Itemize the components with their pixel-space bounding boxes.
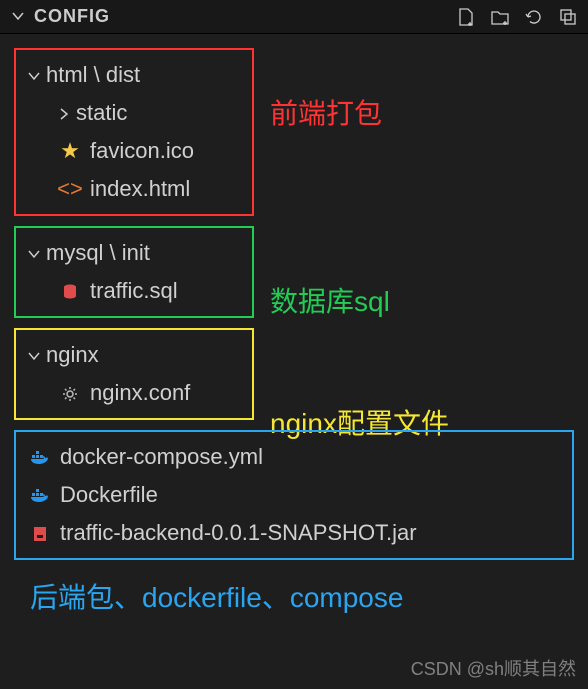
file-traffic-sql[interactable]: traffic.sql — [16, 272, 252, 310]
jar-icon — [26, 520, 54, 546]
folder-label: html \ dist — [46, 62, 140, 88]
file-label: index.html — [90, 176, 190, 202]
gear-icon — [56, 380, 84, 406]
file-label: Dockerfile — [60, 482, 158, 508]
file-dockerfile[interactable]: Dockerfile — [16, 476, 572, 514]
folder-mysql-init[interactable]: mysql \ init — [16, 234, 252, 272]
file-label: favicon.ico — [90, 138, 194, 164]
chevron-down-icon — [26, 240, 46, 266]
file-favicon[interactable]: ★ favicon.ico — [16, 132, 252, 170]
file-label: nginx.conf — [90, 380, 190, 406]
panel-title: CONFIG — [34, 6, 456, 27]
docker-icon — [26, 444, 54, 470]
header-actions — [456, 7, 578, 27]
star-icon: ★ — [56, 138, 84, 164]
folder-label: mysql \ init — [46, 240, 150, 266]
folder-label: nginx — [46, 342, 99, 368]
file-label: traffic-backend-0.0.1-SNAPSHOT.jar — [60, 520, 417, 546]
refresh-icon[interactable] — [524, 7, 544, 27]
annotation-backend: 后端包、dockerfile、compose — [14, 570, 574, 622]
file-label: docker-compose.yml — [60, 444, 263, 470]
group-nginx: nginx nginx.conf — [14, 328, 254, 420]
file-label: traffic.sql — [90, 278, 178, 304]
docker-icon — [26, 482, 54, 508]
group-root-files: docker-compose.yml Dockerfile traffic-ba… — [14, 430, 574, 560]
chevron-down-icon[interactable] — [10, 8, 26, 26]
folder-label: static — [76, 100, 127, 126]
file-tree: html \ dist static ★ favicon.ico <> inde… — [0, 34, 588, 632]
code-icon: <> — [56, 176, 84, 202]
explorer-header: CONFIG — [0, 0, 588, 34]
group-mysql-init: mysql \ init traffic.sql — [14, 226, 254, 318]
file-index-html[interactable]: <> index.html — [16, 170, 252, 208]
folder-html-dist[interactable]: html \ dist — [16, 56, 252, 94]
chevron-right-icon — [56, 100, 76, 126]
database-icon — [56, 278, 84, 304]
chevron-down-icon — [26, 342, 46, 368]
group-html-dist: html \ dist static ★ favicon.ico <> inde… — [14, 48, 254, 216]
new-file-icon[interactable] — [456, 7, 476, 27]
watermark: CSDN @sh顺其自然 — [411, 655, 576, 681]
annotation-frontend: 前端打包 — [270, 92, 382, 132]
collapse-all-icon[interactable] — [558, 7, 578, 27]
new-folder-icon[interactable] — [490, 7, 510, 27]
file-jar[interactable]: traffic-backend-0.0.1-SNAPSHOT.jar — [16, 514, 572, 552]
folder-static[interactable]: static — [16, 94, 252, 132]
file-docker-compose[interactable]: docker-compose.yml — [16, 438, 572, 476]
annotation-sql: 数据库sql — [270, 280, 390, 320]
folder-nginx[interactable]: nginx — [16, 336, 252, 374]
file-nginx-conf[interactable]: nginx.conf — [16, 374, 252, 412]
chevron-down-icon — [26, 62, 46, 88]
